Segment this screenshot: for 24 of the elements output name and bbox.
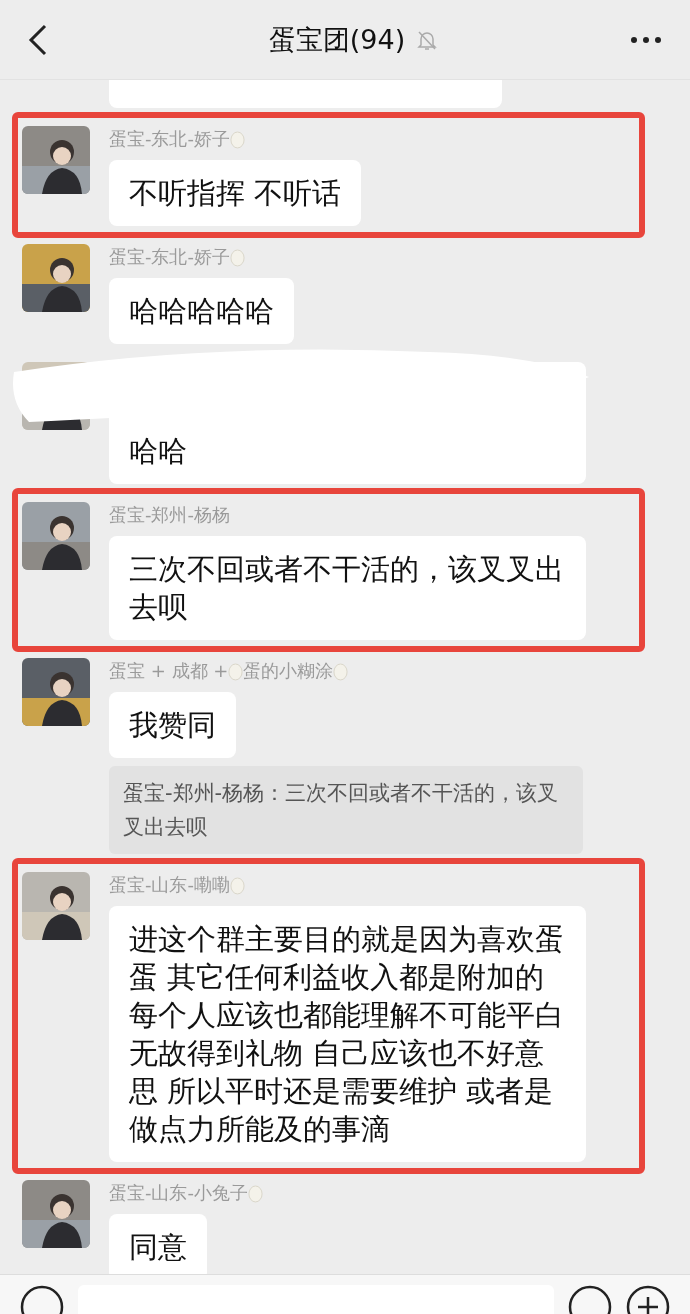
back-icon[interactable] (28, 23, 48, 56)
sender-name: 蛋宝 + 成都 + (109, 659, 229, 683)
message-text: 哈哈 (129, 434, 187, 468)
message-text: 同意 (129, 1230, 187, 1264)
chat-title: 蛋宝团(94) (268, 22, 406, 57)
quoted-message: 蛋宝-郑州-杨杨：三次不回或者不干活的，该叉叉出去呗 (109, 766, 583, 854)
egg-icon (228, 661, 244, 681)
egg-icon (230, 129, 245, 149)
sender-name: 蛋宝-东北-娇子 (109, 127, 230, 151)
message-text: 进这个群主要目的就是因为喜欢蛋蛋 其它任何利益收入都是附加的每个人应该也都能理解不可能平白无故得到礼物 自己应该也不好意思 所以平时还是需要维护 或者是做点力所能及的事滴 (129, 922, 564, 1146)
sender-name: 蛋宝-东北-娇子 (109, 245, 230, 269)
sender-name: 蛋宝-山东-小兔子 (109, 1181, 248, 1205)
egg-icon (333, 661, 349, 681)
egg-icon (248, 1183, 263, 1203)
more-icon[interactable] (630, 35, 662, 44)
message-text: 我赞同 (129, 708, 216, 742)
egg-icon (230, 247, 245, 267)
sender-name: 蛋的小糊涂 (243, 659, 334, 683)
message-text: 不听指挥 不听话 (129, 176, 342, 210)
sender-name: 蛋宝-郑州-杨杨 (109, 503, 230, 527)
egg-icon (230, 875, 245, 895)
message-text: 三次不回或者不干活的，该叉叉出去呗 (129, 552, 564, 624)
sender-name: 蛋宝-山东-嘞嘞 (109, 873, 230, 897)
message-text: 哈哈哈哈哈 (129, 294, 274, 328)
